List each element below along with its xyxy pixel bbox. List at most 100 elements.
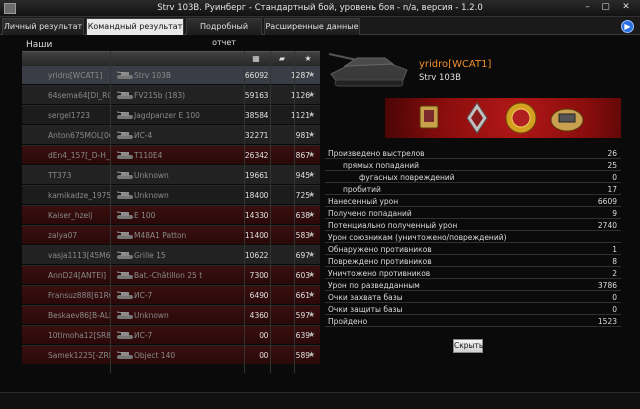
tank-column-header[interactable] (134, 52, 232, 65)
table-row[interactable]: Beskaev86[B-ALL] Unknown 436 0 597 ★ (22, 305, 320, 324)
xp-star-icon: ★ (308, 230, 316, 239)
tab-extended-data[interactable]: Расширенные данные (264, 18, 360, 35)
player-name: AnnD24[ANTEI] (48, 271, 107, 280)
stat-row: Обнаружено противников 1 (325, 244, 621, 255)
tank-silhouette-icon (116, 291, 133, 299)
stat-value: 17 (607, 185, 617, 194)
table-row[interactable]: zalya07 M48A1 Patton 1140 0 583 ★ (22, 225, 320, 244)
damage-column-icon[interactable]: ▦ (248, 52, 264, 65)
table-row[interactable]: Fransuz888[61RG ИС-7 649 0 661 ★ (22, 285, 320, 304)
player-name: kamikadze_1975_ (48, 191, 110, 200)
xp-value: 603 (295, 271, 310, 280)
xp-column-icon[interactable]: ★ (300, 52, 316, 65)
player-name: Samek1225[-ZRD-] (48, 351, 110, 360)
table-row[interactable]: Anton675MOL[06 ИС-4 3227 1 981 ★ (22, 125, 320, 144)
player-column-header[interactable] (48, 52, 110, 65)
window-controls: – ▢ ✕ (580, 2, 636, 14)
stat-value: 2740 (597, 221, 617, 230)
stat-row: Очки защиты базы 0 (325, 304, 621, 315)
stat-row: Очки захвата базы 0 (325, 292, 621, 303)
tab-team-result[interactable]: Командный результат (86, 18, 184, 35)
xp-value: 639 (295, 331, 310, 340)
kills-value: 1 (263, 171, 269, 180)
stat-value: 8 (612, 257, 617, 266)
xp-value: 589 (295, 351, 310, 360)
tank-silhouette-icon (116, 91, 133, 99)
selected-tank-name: Strv 103B (419, 73, 462, 83)
tank-silhouette-icon (116, 171, 133, 179)
kills-value: 2 (263, 71, 269, 80)
tank-name: ИС-4 (134, 131, 153, 140)
xp-value: 638 (295, 211, 310, 220)
column-divider (294, 51, 295, 373)
xp-star-icon: ★ (308, 290, 316, 299)
stat-row: Урон союзникам (уничтожено/повреждений) (325, 232, 621, 243)
column-divider (244, 51, 245, 373)
tab-detailed-report[interactable]: Подробный отчет (186, 18, 262, 47)
team-table-panel: Наши ▦ ▰ ★ yridro[WCAT1] Strv 103B 6609 2 12… (22, 40, 320, 373)
table-row[interactable]: Samek1225[-ZRD-]Object 14000589★ (22, 345, 320, 364)
tank-name: ИС-7 (134, 291, 153, 300)
stat-label: Урон союзникам (уничтожено/повреждений) (328, 233, 507, 242)
close-button[interactable]: ✕ (616, 2, 636, 14)
table-row[interactable]: kamikadze_1975_ Unknown 1840 0 725 ★ (22, 185, 320, 204)
selected-player-name: yridro[WCAT1] (419, 59, 492, 70)
tank-name: E 100 (134, 211, 156, 220)
table-row[interactable]: dEn4_157[_D-H_] T110E4 2634 2 867 ★ (22, 145, 320, 164)
bottom-bar (0, 392, 640, 409)
hide-button[interactable]: Скрыть (453, 339, 483, 353)
stat-label: Обнаружено противников (328, 245, 432, 254)
stat-label: Произведено выстрелов (328, 149, 425, 158)
tank-silhouette-icon (116, 251, 133, 259)
table-row[interactable]: TT373 Unknown 1966 1 945 ★ (22, 165, 320, 184)
player-name: vasja1113[45M67 (48, 251, 110, 260)
stat-value: 1 (612, 245, 617, 254)
tab-personal-result[interactable]: Личный результат (2, 18, 84, 35)
xp-star-icon: ★ (308, 70, 316, 79)
maximize-button[interactable]: ▢ (598, 2, 613, 14)
tank-name: Grille 15 (134, 251, 166, 260)
stat-label: Очки защиты базы (328, 305, 403, 314)
kills-value: 2 (263, 251, 269, 260)
stat-value: 3786 (597, 281, 617, 290)
next-arrow-icon[interactable]: ▶ (621, 20, 634, 33)
stat-label: прямых попаданий (343, 161, 420, 170)
table-row[interactable]: vasja1113[45M67 Grille 15 1062 2 697 ★ (22, 245, 320, 264)
xp-value: 597 (295, 311, 310, 320)
tank-name: Bat.-Châtillon 25 t (134, 271, 203, 280)
xp-star-icon: ★ (308, 130, 316, 139)
stat-label: Урон по разведданным (328, 281, 420, 290)
player-name: dEn4_157[_D-H_] (48, 151, 110, 160)
kills-value: 0 (263, 311, 269, 320)
tank-silhouette-icon (116, 351, 133, 359)
table-row[interactable]: 64sema64[DI_RO] FV215b (183) 5916 3 1126 ★ (22, 85, 320, 104)
kills-value: 0 (263, 211, 269, 220)
medal-tank-ace-icon[interactable] (549, 100, 585, 136)
stat-value: 1523 (597, 317, 617, 326)
tank-silhouette-icon (116, 211, 133, 219)
table-row[interactable]: AnnD24[ANTEI] Bat.-Châtillon 25 t 730 0 603 ★ (22, 265, 320, 284)
xp-value: 1126 (290, 91, 310, 100)
medal-badge-icon[interactable] (459, 100, 495, 136)
stat-label: Потенциально полученный урон (328, 221, 458, 230)
xp-star-icon: ★ (308, 270, 316, 279)
table-row[interactable]: Kaiser_hzelj E 100 1433 0 638 ★ (22, 205, 320, 224)
medal-strip (385, 98, 621, 138)
medal-cup-icon[interactable] (411, 100, 447, 136)
tank-image (328, 53, 408, 87)
stat-label: пробитий (343, 185, 381, 194)
tank-silhouette-icon (116, 331, 133, 339)
minimize-button[interactable]: – (580, 2, 595, 14)
table-row[interactable]: 10timoha12[SR88 ИС-7 0 0 639 ★ (22, 325, 320, 344)
stat-label: Нанесенный урон (328, 197, 399, 206)
table-header: ▦ ▰ ★ (22, 51, 320, 65)
kills-column-icon[interactable]: ▰ (272, 52, 292, 65)
stat-value: 0 (612, 305, 617, 314)
window-title: Strv 103B. Руинберг - Стандартный бой, у… (157, 3, 483, 13)
player-name: Beskaev86[B-ALL] (48, 311, 110, 320)
table-row[interactable]: sergel1723 Jagdpanzer E 100 3858 4 1121 ★ (22, 105, 320, 124)
medal-order-icon[interactable] (503, 100, 539, 136)
table-row[interactable]: yridro[WCAT1] Strv 103B 6609 2 1287 ★ (22, 65, 320, 84)
tank-name: ИС-7 (134, 331, 153, 340)
kills-value: 0 (263, 231, 269, 240)
